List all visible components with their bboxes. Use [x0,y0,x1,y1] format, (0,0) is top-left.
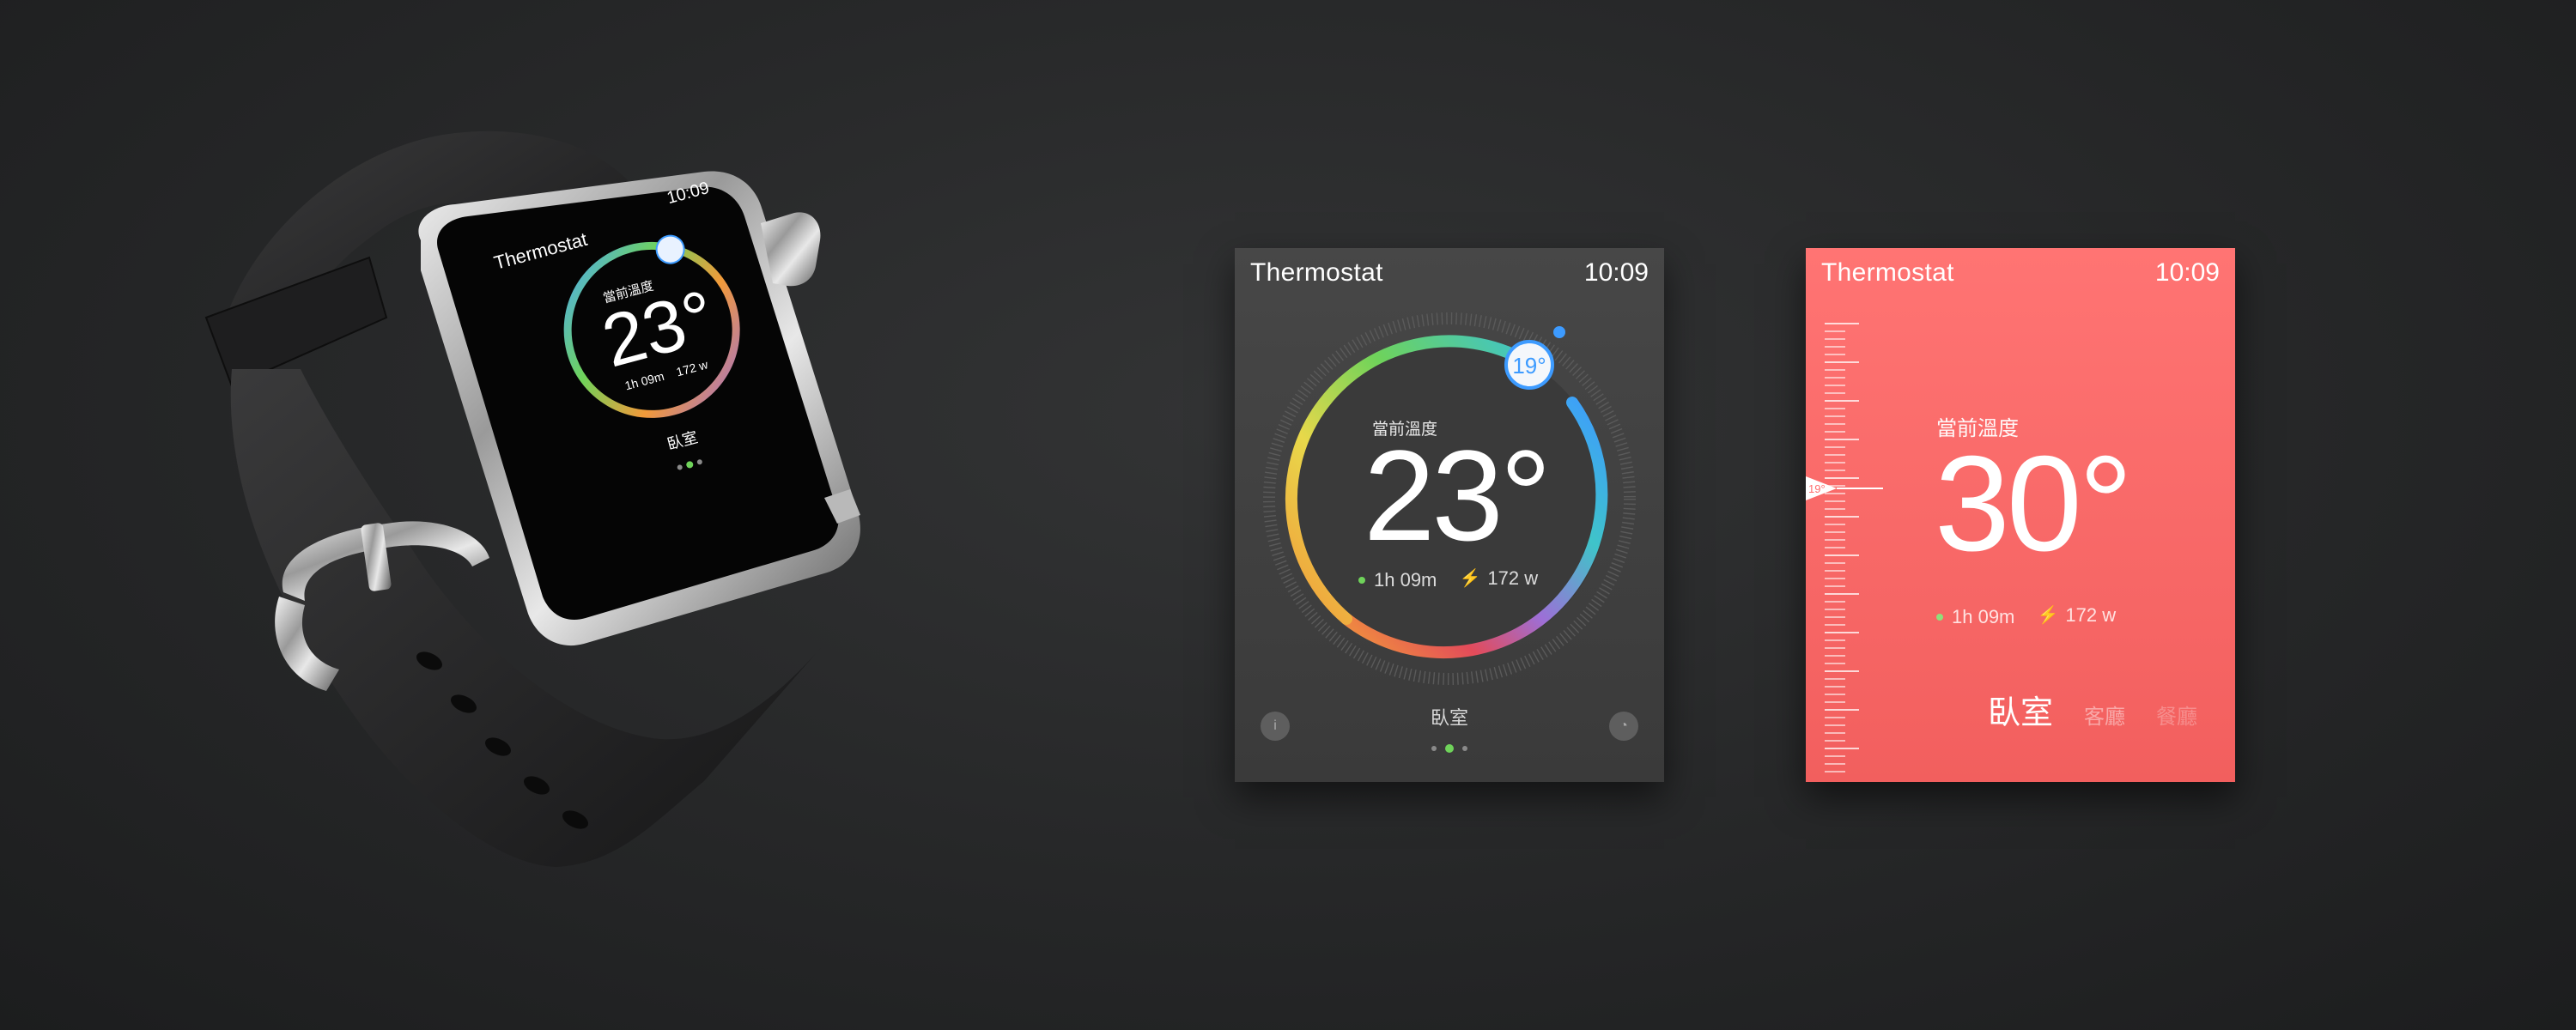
current-temperature-value: 30° [1935,428,2133,579]
setpoint-indicator-dot [1553,326,1565,338]
page-dot[interactable] [1462,746,1467,751]
page-dot-active[interactable] [1445,744,1454,753]
status-time: 10:09 [1583,258,1649,287]
power-value: 172 w [2065,603,2117,626]
bolt-icon: ⚡ [2037,606,2059,625]
page-dot[interactable] [1431,746,1437,751]
setpoint-knob-icon[interactable]: 19° [1504,340,1554,390]
slider-pointer-icon[interactable]: 19° [1806,476,1883,500]
watch-case [418,171,860,646]
duration-value: 1h 09m [1374,569,1437,591]
ruler-ticks [1825,323,1859,772]
app-title: Thermostat [1821,258,1954,287]
usage-stats: 1h 09m ⚡ 172 w [1358,566,1555,591]
red-thermostat-screen: 19° Thermostat 10:09 當前溫度 30° 1h 09m ⚡ 17… [1806,248,2235,782]
dark-thermostat-screen: 19° Thermostat 10:09 當前溫度 23° 1h 09m ⚡ 17… [1235,248,1664,782]
power-stat: ⚡ 172 w [2038,604,2117,627]
room-label[interactable]: 臥室 [1235,703,1664,730]
room-tab-dining-room[interactable]: 餐廳 [2156,700,2197,730]
setpoint-value: 19° [1512,353,1546,379]
usage-stats: 1h 09m ⚡ 172 w [1936,603,2133,628]
status-dot [1358,577,1365,584]
watch-product-render: Thermostat 10:09 當前溫度 23° 1h 09m 172 w 臥… [172,112,945,927]
room-tabs[interactable]: 臥室 客廳 餐廳 [1988,686,2197,733]
power-value: 172 w [1487,566,1539,589]
room-tab-living-room[interactable]: 客廳 [2084,700,2125,730]
status-time: 10:09 [2154,258,2220,287]
status-dot [1936,614,1943,621]
app-title: Thermostat [1250,258,1383,287]
power-stat: ⚡ 172 w [1460,567,1539,590]
duration-stat: 1h 09m [1936,606,2014,628]
slider-setpoint-value: 19° [1808,482,1826,495]
duration-value: 1h 09m [1952,606,2015,627]
duration-stat: 1h 09m [1358,569,1437,591]
room-tab-bedroom[interactable]: 臥室 [1988,686,2053,733]
bolt-icon: ⚡ [1459,569,1481,588]
page-indicator[interactable] [1235,744,1664,753]
current-temperature-value: 23° [1364,423,1552,567]
